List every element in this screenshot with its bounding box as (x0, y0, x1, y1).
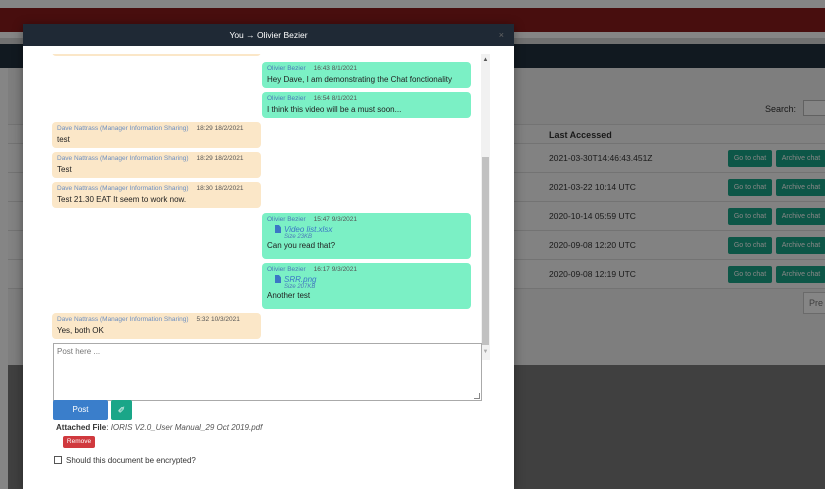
message-time: 16:54 8/1/2021 (313, 95, 358, 102)
attach-file-button[interactable]: ✐ (111, 400, 132, 420)
chat-message: Olivier Bezier 15:47 9/3/2021 Video list.… (262, 213, 471, 259)
chat-scrollbar[interactable]: ▲ ▼ (481, 54, 490, 360)
message-text: Can you read that? (267, 241, 336, 250)
message-attachment[interactable]: SRR.png Size 207KB (275, 275, 466, 290)
post-button[interactable]: Post (53, 400, 108, 420)
chat-message: Olivier Bezier 16:54 8/1/2021 I think thi… (262, 92, 471, 118)
chat-message-partial (52, 54, 261, 56)
chat-message: Dave Nattrass (Manager Information Shari… (52, 182, 261, 208)
message-sender: Dave Nattrass (Manager Information Shari… (57, 155, 189, 162)
encrypt-checkbox[interactable] (54, 456, 62, 464)
attachment-file-size: Size 23KB (284, 234, 313, 240)
message-time: 18:29 18/2/2021 (196, 125, 244, 132)
message-text: Hey Dave, I am demonstrating the Chat fo… (267, 75, 452, 84)
close-icon[interactable]: × (499, 24, 504, 46)
attached-file-info: Attached File: IORIS V2.0_User Manual_29… (56, 423, 263, 432)
encrypt-option[interactable]: Should this document be encrypted? (54, 456, 196, 465)
message-time: 16:17 9/3/2021 (313, 266, 358, 273)
message-sender: Olivier Bezier (267, 65, 306, 72)
message-text: test (57, 135, 70, 144)
chat-message: Olivier Bezier 16:17 9/3/2021 SRR.png Siz… (262, 263, 471, 309)
scroll-thumb[interactable] (482, 157, 489, 345)
modal-header: You → Olivier Bezier × (23, 24, 514, 46)
chat-modal: You → Olivier Bezier × Olivier Bezier 16:… (23, 24, 514, 489)
message-time: 5:32 10/3/2021 (196, 316, 240, 323)
resize-handle-icon[interactable] (474, 393, 480, 399)
message-sender: Olivier Bezier (267, 95, 306, 102)
message-time: 16:43 8/1/2021 (313, 65, 358, 72)
message-text: Yes, both OK (57, 326, 104, 335)
encrypt-label: Should this document be encrypted? (66, 456, 196, 465)
chat-history: Olivier Bezier 16:43 8/1/2021 Hey Dave, I… (51, 54, 507, 360)
modal-title: You → Olivier Bezier (229, 30, 308, 40)
message-sender: Dave Nattrass (Manager Information Shari… (57, 316, 189, 323)
message-sender: Dave Nattrass (Manager Information Shari… (57, 185, 189, 192)
remove-attachment-button[interactable]: Remove (63, 436, 95, 448)
message-text: Test 21.30 EAT It seem to work now. (57, 195, 187, 204)
paperclip-icon: ✐ (117, 405, 126, 415)
scroll-up-icon[interactable]: ▲ (481, 56, 490, 64)
message-sender: Dave Nattrass (Manager Information Shari… (57, 125, 189, 132)
message-text: I think this video will be a must soon..… (267, 105, 402, 114)
attachment-file-size: Size 207KB (284, 284, 316, 290)
message-sender: Olivier Bezier (267, 266, 306, 273)
post-input[interactable]: Post here ... (53, 343, 482, 401)
attached-file-label: Attached File (56, 423, 107, 432)
chat-message: Dave Nattrass (Manager Information Shari… (52, 152, 261, 178)
attachment-file-name[interactable]: SRR.png (284, 275, 316, 284)
chat-message: Dave Nattrass (Manager Information Shari… (52, 122, 261, 148)
message-time: 18:29 18/2/2021 (196, 155, 244, 162)
message-text: Another test (267, 291, 311, 300)
message-time: 15:47 9/3/2021 (313, 216, 358, 223)
message-sender: Olivier Bezier (267, 216, 306, 223)
chat-message: Dave Nattrass (Manager Information Shari… (52, 313, 261, 339)
attachment-file-name[interactable]: Video list.xlsx (284, 225, 332, 234)
chat-messages: Olivier Bezier 16:43 8/1/2021 Hey Dave, I… (51, 54, 481, 360)
message-text: Test (57, 165, 72, 174)
attached-file-name: IORIS V2.0_User Manual_29 Oct 2019.pdf (110, 423, 263, 432)
chat-message: Olivier Bezier 16:43 8/1/2021 Hey Dave, I… (262, 62, 471, 88)
message-time: 18:30 18/2/2021 (196, 185, 244, 192)
message-attachment[interactable]: Video list.xlsx Size 23KB (275, 225, 466, 240)
file-icon (275, 275, 281, 283)
file-icon (275, 225, 281, 233)
scroll-down-icon[interactable]: ▼ (481, 348, 490, 356)
